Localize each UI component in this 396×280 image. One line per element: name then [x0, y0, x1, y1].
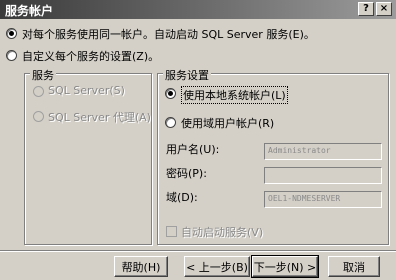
password-field[interactable] [264, 167, 382, 184]
username-label: 用户名(U): [166, 143, 220, 156]
services-group-title: 服务 [30, 67, 56, 83]
cancel-button[interactable]: 取消 [328, 256, 380, 277]
auto-start-label: 自动启动服务(V) [181, 226, 264, 239]
close-icon[interactable]: × [376, 2, 392, 16]
custom-per-service-radio[interactable] [6, 50, 17, 61]
sql-server-agent-radio[interactable] [33, 111, 44, 122]
sql-server-agent-label: SQL Server 代理(A) [48, 111, 151, 124]
help-icon[interactable]: ? [358, 2, 374, 16]
sql-server-service-radio[interactable] [33, 86, 44, 97]
local-system-label[interactable]: 使用本地系统帐户(L) [181, 86, 288, 104]
title-bar: 服务帐户 ? × [0, 0, 396, 19]
password-label: 密码(P): [166, 167, 207, 180]
domain-field[interactable]: OEL1-NDMESERVER [264, 191, 382, 208]
help-button[interactable]: 帮助(H) [114, 256, 168, 277]
window-title: 服务帐户 [5, 4, 54, 18]
next-button[interactable]: 下一步(N) > [251, 255, 319, 278]
domain-user-label[interactable]: 使用域用户帐户(R) [181, 115, 274, 131]
same-account-label[interactable]: 对每个服务使用同一帐户。自动启动 SQL Server 服务(E)。 [22, 26, 315, 42]
services-group [24, 73, 152, 245]
back-button[interactable]: < 上一步(B) [184, 256, 250, 277]
username-field[interactable]: Administrator [264, 143, 382, 160]
custom-per-service-label[interactable]: 自定义每个服务的设置(Z)。 [22, 48, 159, 64]
local-system-radio[interactable] [165, 88, 176, 99]
separator [0, 250, 396, 252]
domain-user-radio[interactable] [165, 117, 176, 128]
service-settings-group-title: 服务设置 [163, 67, 211, 83]
sql-server-service-label: SQL Server(S) [48, 84, 125, 97]
domain-label: 域(D): [166, 191, 198, 204]
same-account-radio[interactable] [6, 28, 17, 39]
auto-start-checkbox[interactable] [166, 226, 177, 237]
